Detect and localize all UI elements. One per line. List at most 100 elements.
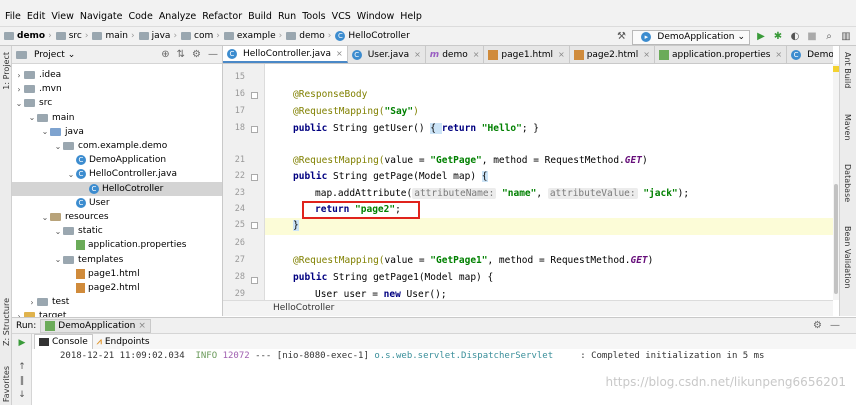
editor-tab[interactable]: page1.html × (484, 46, 570, 63)
chevron-down-icon[interactable]: ⌄ (40, 127, 50, 136)
project-tree-item[interactable]: ⌄ main (12, 111, 222, 125)
project-tree-item[interactable]: C HelloCotroller (12, 181, 222, 196)
breadcrumb-item[interactable]: java › (135, 31, 177, 41)
tab-console[interactable]: Console (34, 334, 93, 349)
breadcrumb-item[interactable]: example › (220, 31, 282, 41)
hide-icon[interactable]: — (208, 49, 218, 60)
up-arrow-icon[interactable]: ↑ (17, 362, 27, 372)
menu-navigate[interactable]: Navigate (77, 11, 126, 22)
project-tree-item[interactable]: page2.html (12, 281, 222, 295)
chevron-down-icon[interactable]: ⌄ (53, 255, 63, 264)
project-tool-button[interactable]: 1: Project (2, 52, 11, 90)
rerun-icon[interactable]: ▶ (17, 338, 27, 348)
maven-tool-button[interactable]: Maven (843, 114, 852, 141)
run-configuration-select[interactable]: ▸ DemoApplication ⌄ (632, 29, 750, 45)
fold-marker-icon[interactable] (251, 126, 258, 133)
fold-marker-icon[interactable] (251, 277, 258, 284)
project-tree-item[interactable]: › .idea (12, 68, 222, 82)
collapse-icon[interactable]: ⇅ (177, 49, 185, 60)
breadcrumb-item[interactable]: C HelloCotroller (331, 31, 410, 41)
chevron-down-icon[interactable]: ⌄ (40, 213, 50, 222)
gear-icon[interactable]: ⚙ (192, 49, 201, 60)
menu-code[interactable]: Code (125, 11, 155, 22)
menu-edit[interactable]: Edit (24, 11, 48, 22)
editor-tab[interactable]: m demo × (426, 46, 485, 63)
chevron-right-icon[interactable]: › (14, 71, 24, 80)
bean-validation-tool-button[interactable]: Bean Validation (843, 226, 852, 288)
close-icon[interactable]: × (775, 50, 782, 59)
chevron-down-icon[interactable]: ⌄ (53, 142, 63, 151)
close-icon[interactable]: × (138, 321, 146, 331)
pause-icon[interactable]: ‖ (17, 376, 27, 386)
chevron-right-icon[interactable]: › (27, 298, 37, 307)
menu-run[interactable]: Run (275, 11, 299, 22)
project-tree-item[interactable]: ⌄ com.example.demo (12, 139, 222, 153)
editor-tab[interactable]: C User.java × (348, 46, 426, 63)
project-tree-item[interactable]: C DemoApplication (12, 153, 222, 167)
project-tree-item[interactable]: ⌄ resources (12, 210, 222, 224)
project-tree-item[interactable]: C User (12, 196, 222, 210)
project-tree-item[interactable]: ⌄ static (12, 224, 222, 238)
project-tree-item[interactable]: application.properties (12, 238, 222, 252)
fold-marker-icon[interactable] (251, 92, 258, 99)
database-tool-button[interactable]: Database (843, 164, 852, 202)
editor-tab[interactable]: C HelloController.java × (223, 46, 348, 63)
breadcrumb-item[interactable]: demo › (0, 31, 52, 41)
close-icon[interactable]: × (336, 49, 343, 58)
search-icon[interactable]: ⌕ (823, 31, 835, 43)
chevron-down-icon[interactable]: ⌄ (53, 227, 63, 236)
editor-breadcrumb[interactable]: HelloCotroller (223, 300, 833, 316)
menu-vcs[interactable]: VCS (329, 11, 354, 22)
coverage-icon[interactable]: ◐ (789, 31, 801, 43)
favorites-tool-button[interactable]: 2: Favorites (2, 366, 11, 405)
close-icon[interactable]: × (558, 50, 565, 59)
breadcrumb-item[interactable]: main › (88, 31, 135, 41)
down-arrow-icon[interactable]: ↓ (17, 390, 27, 400)
chevron-down-icon[interactable]: ⌄ (66, 170, 76, 179)
chevron-down-icon[interactable]: ⌄ (68, 50, 76, 60)
close-icon[interactable]: × (643, 50, 650, 59)
run-tab-demoapplication[interactable]: DemoApplication × (40, 318, 151, 333)
menu-window[interactable]: Window (354, 11, 397, 22)
run-icon[interactable]: ▶ (755, 31, 767, 43)
breadcrumb-item[interactable]: src › (52, 31, 88, 41)
code-editor[interactable]: @ResponseBody @RequestMapping("Say") pub… (265, 64, 833, 300)
project-tree-item[interactable]: page1.html (12, 267, 222, 281)
build-hammer-icon[interactable]: ⚒ (615, 31, 627, 43)
menu-analyze[interactable]: Analyze (156, 11, 199, 22)
menu-help[interactable]: Help (397, 11, 425, 22)
close-icon[interactable]: × (473, 50, 480, 59)
editor-tab[interactable]: application.properties × (655, 46, 788, 63)
close-icon[interactable]: × (414, 50, 421, 59)
menu-file[interactable]: File (2, 11, 24, 22)
fold-marker-icon[interactable] (251, 174, 258, 181)
stop-icon[interactable]: ■ (806, 31, 818, 43)
project-tree-item[interactable]: ⌄ templates (12, 253, 222, 267)
locate-icon[interactable]: ⊕ (161, 49, 169, 60)
hide-icon[interactable]: — (830, 320, 840, 331)
scrollbar-thumb[interactable] (834, 184, 838, 294)
tab-endpoints[interactable]: ⩘ Endpoints (93, 334, 154, 349)
project-tree-item[interactable]: ⌄ java (12, 125, 222, 139)
chevron-right-icon[interactable]: › (14, 85, 24, 94)
gear-icon[interactable]: ⚙ (813, 320, 822, 331)
project-panel-title[interactable]: Project (34, 50, 65, 60)
menu-refactor[interactable]: Refactor (199, 11, 245, 22)
debug-icon[interactable]: ✱ (772, 31, 784, 43)
structure-tool-button[interactable]: Z: Structure (2, 298, 11, 346)
fold-marker-icon[interactable] (251, 222, 258, 229)
chevron-down-icon[interactable]: ⌄ (27, 113, 37, 122)
breadcrumb-item[interactable]: demo › (282, 31, 331, 41)
project-tree-item[interactable]: › test (12, 295, 222, 309)
menu-build[interactable]: Build (245, 11, 275, 22)
ant-build-tool-button[interactable]: Ant Build (843, 52, 852, 88)
project-tree-item[interactable]: ⌄ C HelloController.java (12, 167, 222, 181)
menu-tools[interactable]: Tools (299, 11, 328, 22)
breadcrumb-item[interactable]: com › (177, 31, 220, 41)
chevron-down-icon[interactable]: ⌄ (14, 99, 24, 108)
layout-icon[interactable]: ▥ (840, 31, 852, 43)
project-tree-item[interactable]: › .mvn (12, 82, 222, 96)
editor-tab[interactable]: page2.html × (570, 46, 655, 63)
project-tree-item[interactable]: ⌄ src (12, 96, 222, 110)
editor-tab[interactable]: CDemoApplication.java× (787, 46, 833, 63)
